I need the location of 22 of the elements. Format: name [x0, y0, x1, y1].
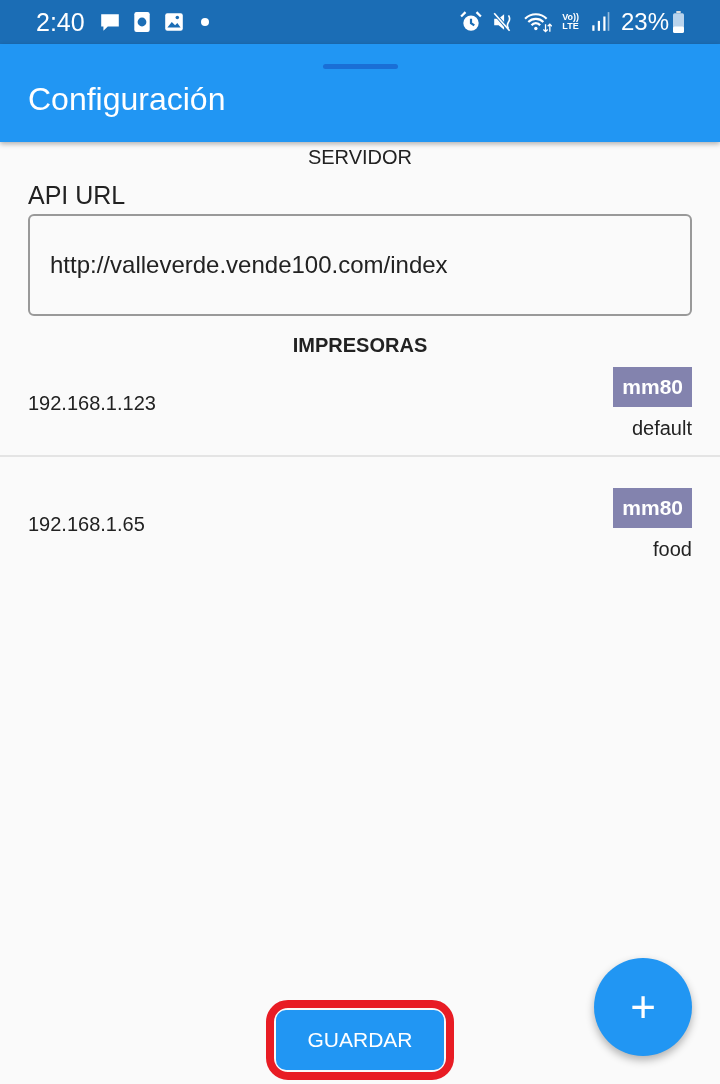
printer-name: default — [631, 416, 692, 440]
battery-icon — [673, 11, 684, 33]
battery-percent: 23% — [620, 8, 669, 36]
clock: 2:40 — [36, 7, 85, 37]
printer-address[interactable]: 192.168.1.65 — [28, 512, 145, 536]
wifi-icon — [524, 11, 553, 33]
field-label: API URL — [28, 181, 127, 210]
image-icon — [162, 11, 185, 33]
url-input-field[interactable]: http://valleverde.vende100.com/index — [28, 214, 692, 316]
drag-handle[interactable] — [322, 64, 398, 69]
screen-title: Configuración — [28, 81, 227, 118]
alarm-icon — [460, 11, 483, 33]
model-badge: mm80 — [613, 487, 692, 528]
section-heading: IMPRESORAS — [292, 334, 428, 357]
volte-label: Vo)) — [562, 13, 579, 22]
section-heading: SERVIDOR — [307, 146, 413, 169]
printer-name: food — [653, 537, 692, 561]
printer-address[interactable]: 192.168.1.123 — [28, 391, 156, 415]
lte-label: LTE — [562, 22, 579, 31]
notification-dot-icon — [200, 18, 209, 26]
model-badge: mm80 — [613, 366, 692, 407]
message-icon — [98, 11, 121, 33]
